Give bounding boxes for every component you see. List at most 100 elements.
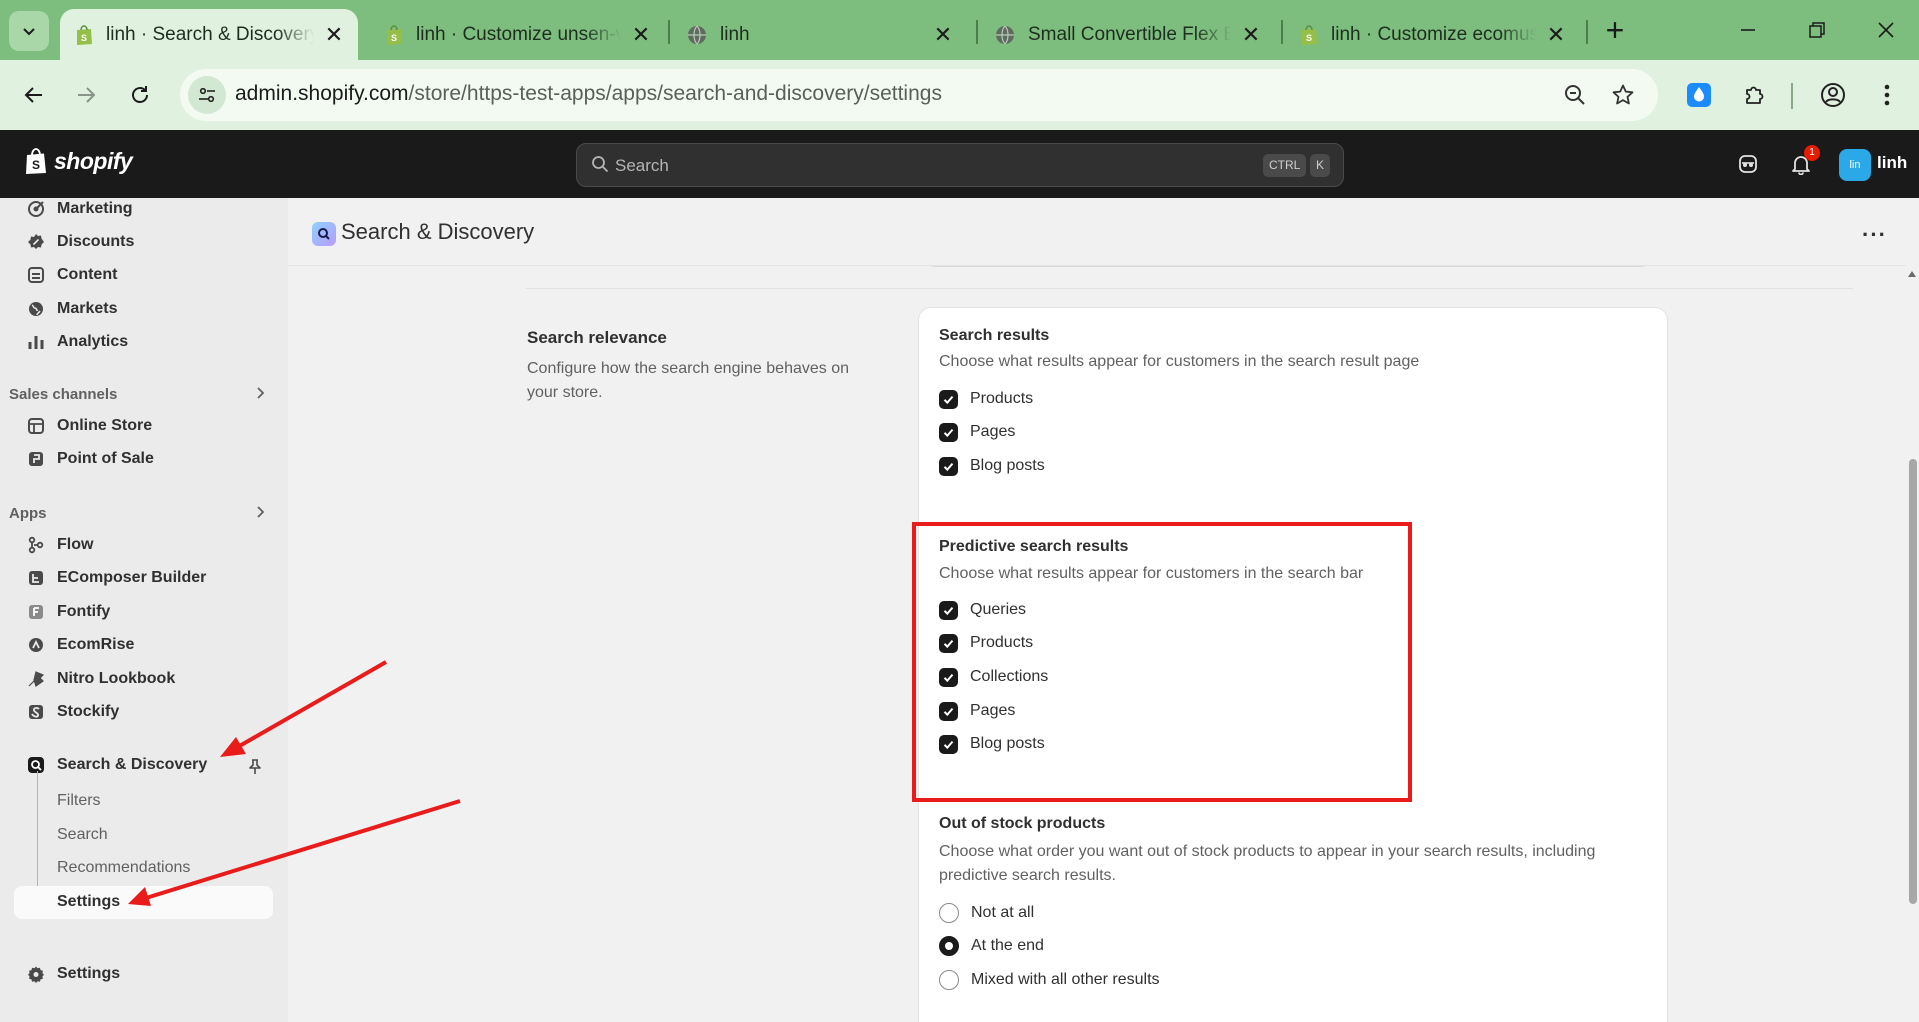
sidebar-item-analytics[interactable]: Analytics [12,326,272,358]
annotation-highlight-box [912,522,1412,802]
browser-menu-button[interactable] [1867,75,1907,115]
restore-window-button[interactable] [1797,12,1837,48]
sidebar-item-search-discovery[interactable]: Search & Discovery [12,749,272,781]
sidebar-heading-label: Apps [9,504,47,522]
sidebar-item-online-store[interactable]: Online Store [12,410,272,442]
option-label: Mixed with all other results [971,971,1160,988]
account-circle-icon [1821,83,1845,107]
profile-button[interactable] [1813,75,1853,115]
url-path: /store/https-test-apps/apps/search-and-d… [408,82,942,105]
shopify-logo-text: shopify [54,147,133,174]
arrow-right-icon [78,87,96,103]
site-info-button[interactable] [188,76,226,114]
radio-unselected[interactable] [939,903,959,923]
sidebar-item-ecomposer[interactable]: EComposer Builder [12,562,272,594]
sidebar-subitem-filters[interactable]: Filters [57,792,101,810]
sidekick-button[interactable] [1731,147,1765,181]
restore-icon [1809,22,1825,38]
tab-title: linh · Search & Discovery [106,23,314,45]
sidebar-item-label: EComposer Builder [57,569,207,586]
sidekick-glasses-icon [1739,155,1757,173]
page-scrollbar[interactable] [1906,265,1919,1022]
tab-close-button[interactable]: ✕ [1239,22,1263,48]
option-label: Blog posts [970,457,1045,474]
search-results-products-checkbox[interactable]: Products [939,388,1033,410]
sidebar-item-fontify[interactable]: Fontify [12,596,272,628]
sidebar-item-nitro-lookbook[interactable]: Nitro Lookbook [12,663,272,695]
extensions-menu-button[interactable] [1735,75,1775,115]
search-results-pages-checkbox[interactable]: Pages [939,421,1015,443]
sidebar-item-label: Fontify [57,603,111,620]
tab-close-button[interactable]: ✕ [931,22,955,48]
browser-tab-active[interactable]: S linh · Search & Discovery ✕ [60,9,358,60]
shopify-search-bar[interactable]: Search CTRL K [576,143,1344,187]
checkbox-checked[interactable] [939,422,958,442]
tab-close-button[interactable]: ✕ [629,22,653,48]
arrow-left-icon [24,87,42,103]
more-actions-button[interactable]: ··· [1862,222,1887,248]
sidebar-subitem-recommendations[interactable]: Recommendations [57,859,190,877]
tab-close-button[interactable]: ✕ [322,22,346,48]
tab-search-menu-button[interactable] [9,11,49,51]
sidebar-heading-apps[interactable]: Apps [9,501,269,525]
out-of-stock-mixed-radio[interactable]: Mixed with all other results [939,969,1160,991]
sidebar-subitem-settings[interactable]: Settings [57,893,120,911]
scrollbar-thumb[interactable] [1909,459,1917,904]
option-label: Products [970,390,1034,407]
bookmark-button[interactable] [1607,79,1639,111]
sidebar-item-point-of-sale[interactable]: Point of Sale [12,443,272,475]
more-vertical-icon [1884,84,1890,106]
reload-button[interactable] [120,75,160,115]
url-host: admin.shopify.com [235,82,409,105]
tab-close-button[interactable]: ✕ [1544,22,1568,48]
search-results-blog-posts-checkbox[interactable]: Blog posts [939,455,1045,477]
sidebar-item-marketing[interactable]: Marketing [12,198,272,225]
shopify-bag-icon: S [77,24,92,45]
new-tab-button[interactable]: + [1597,13,1633,49]
browser-tab[interactable]: S linh · Customize ecomus- ✕ [1285,9,1580,60]
sidebar-item-content[interactable]: Content [12,259,272,291]
radio-unselected[interactable] [939,970,959,990]
scroll-up-arrow[interactable] [1908,271,1916,277]
address-bar[interactable]: admin.shopify.com/store/https-test-apps/… [180,69,1658,121]
tab-separator [1586,20,1588,44]
extension-button[interactable] [1679,75,1719,115]
sidebar-item-flow[interactable]: Flow [12,529,272,561]
out-of-stock-at-the-end-radio[interactable]: At the end [939,935,1044,957]
sidebar-item-settings[interactable]: Settings [12,958,272,990]
sidebar-item-label: Search & Discovery [57,756,208,773]
sidebar-item-ecomrise[interactable]: EcomRise [12,629,272,661]
shortcut-key-k: K [1310,154,1331,177]
star-icon [1612,84,1634,105]
content-image-icon [25,264,47,286]
shopify-logo[interactable]: S shopify [24,147,133,175]
toolbar-divider [1791,83,1793,109]
browser-tab[interactable]: Small Convertible Flex Ba ✕ [980,9,1275,60]
search-icon [592,156,609,173]
sidebar-item-markets[interactable]: Markets [12,293,272,325]
sidebar-item-label: Marketing [57,200,133,217]
sidebar-item-label: Stockify [57,703,120,720]
browser-tab[interactable]: linh ✕ [672,9,967,60]
sidebar-heading-sales-channels[interactable]: Sales channels [9,382,269,406]
browser-tab[interactable]: S linh · Customize unsen-v ✕ [370,9,665,60]
sidebar-item-discounts[interactable]: Discounts [12,226,272,258]
notifications-button[interactable]: 1 [1784,145,1820,181]
avatar[interactable]: lin [1839,149,1871,181]
sidebar-item-stockify[interactable]: Stockify [12,696,272,728]
checkmark-icon [943,395,954,404]
zoom-button[interactable] [1559,79,1591,111]
section-description: Configure how the search engine behaves … [527,360,849,401]
minimize-window-button[interactable] [1728,12,1768,48]
out-of-stock-not-at-all-radio[interactable]: Not at all [939,902,1034,924]
close-window-button[interactable] [1866,12,1906,48]
pin-icon[interactable] [246,758,264,776]
forward-button[interactable] [66,75,106,115]
checkbox-checked[interactable] [939,389,958,409]
checkbox-checked[interactable] [939,456,958,476]
store-user-name[interactable]: linh [1877,153,1907,173]
back-button[interactable] [14,75,54,115]
tab-separator [1281,20,1283,44]
sidebar-subitem-search[interactable]: Search [57,826,108,844]
radio-selected[interactable] [939,936,959,956]
